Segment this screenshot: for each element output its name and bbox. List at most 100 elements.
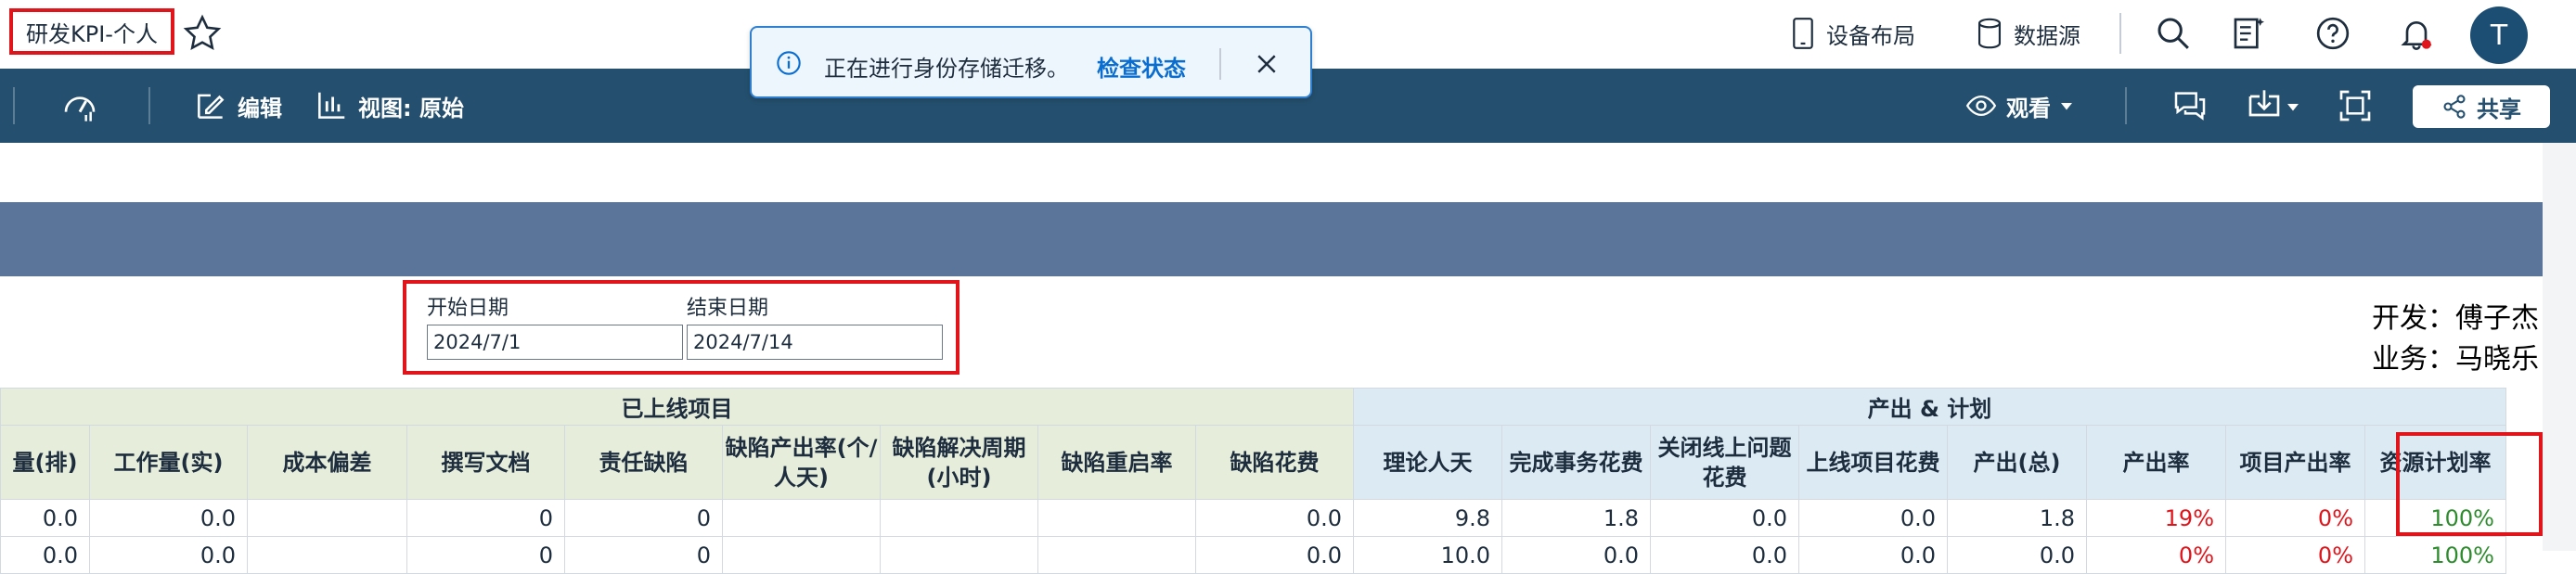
notification-message: 正在进行身份存储迁移。	[824, 56, 1069, 82]
column-header[interactable]: 产出(总)	[1947, 425, 2087, 500]
column-header[interactable]: 成本偏差	[247, 425, 407, 500]
table-cell[interactable]: 0.0	[89, 499, 248, 537]
notification-divider	[1219, 48, 1221, 80]
device-layout-button[interactable]: 设备布局	[1791, 15, 1915, 52]
performance-icon[interactable]	[61, 87, 98, 124]
table-cell[interactable]	[1037, 499, 1196, 537]
table-cell[interactable]: 0%	[2225, 536, 2365, 574]
start-date-label: 开始日期	[427, 297, 509, 320]
table-cell[interactable]: 0.0	[1650, 536, 1799, 574]
table-cell[interactable]: 0.0	[1195, 499, 1354, 537]
table-cell[interactable]: 100%	[2364, 536, 2506, 574]
end-date-input[interactable]: 2024/7/14	[687, 325, 943, 360]
table-cell[interactable]: 0	[564, 499, 723, 537]
table-cell[interactable]: 0.0	[1501, 536, 1651, 574]
table-cell[interactable]	[722, 499, 881, 537]
table-cell[interactable]: 1.8	[1501, 499, 1651, 537]
toolbar-divider	[2125, 87, 2127, 124]
kpi-table: 已上线项目 产出 & 计划 量(排) 工作量(实) 成本偏差 撰写文档 责任缺陷…	[0, 388, 2506, 574]
whats-new-icon[interactable]	[2231, 15, 2268, 52]
data-source-label: 数据源	[2014, 22, 2080, 49]
table-cell[interactable]: 0	[564, 536, 723, 574]
table-cell[interactable]: 0.0	[89, 536, 248, 574]
table-cell[interactable]	[247, 499, 407, 537]
column-header[interactable]: 责任缺陷	[564, 425, 723, 500]
table-cell[interactable]: 9.8	[1353, 499, 1502, 537]
table-cell[interactable]	[1037, 536, 1196, 574]
view-mode-label: 视图: 原始	[358, 95, 464, 121]
close-icon[interactable]	[1253, 50, 1281, 78]
eye-icon	[1965, 95, 1997, 117]
data-source-button[interactable]: 数据源	[1977, 15, 2080, 52]
table-cell[interactable]	[880, 536, 1038, 574]
document-title[interactable]: 研发KPI-个人	[9, 8, 174, 55]
table-row: 0.0 0.0 0 0 0.0 9.8 1.8 0.0 0.0 1.8 19% …	[0, 499, 2506, 537]
column-header[interactable]: 上线项目花费	[1798, 425, 1948, 500]
share-button[interactable]: 共享	[2413, 85, 2550, 128]
business-name: 业务：马晓乐	[2372, 343, 2539, 376]
caret-down-icon[interactable]	[2285, 98, 2301, 115]
table-cell[interactable]: 1.8	[1947, 499, 2087, 537]
export-icon[interactable]	[2246, 87, 2283, 124]
column-header[interactable]: 撰写文档	[406, 425, 565, 500]
table-cell[interactable]: 0.0	[1947, 536, 2087, 574]
table-cell[interactable]: 0%	[2225, 499, 2365, 537]
watch-label: 观看	[2006, 95, 2051, 121]
column-header[interactable]: 完成事务花费	[1501, 425, 1651, 500]
edit-icon	[198, 94, 225, 119]
table-cell[interactable]: 0.0	[1798, 536, 1948, 574]
start-date-input[interactable]: 2024/7/1	[427, 325, 683, 360]
column-header[interactable]: 关闭线上问题花费	[1650, 425, 1799, 500]
table-cell[interactable]: 0.0	[0, 499, 90, 537]
share-icon	[2443, 95, 2466, 119]
table-cell[interactable]: 100%	[2364, 499, 2506, 537]
notification-bell-icon[interactable]	[2398, 15, 2435, 52]
table-row: 0.0 0.0 0 0 0.0 10.0 0.0 0.0 0.0 0.0 0% …	[0, 536, 2506, 574]
table-cell[interactable]: 0.0	[0, 536, 90, 574]
table-cell[interactable]: 0%	[2086, 536, 2226, 574]
table-cell[interactable]	[880, 499, 1038, 537]
divider	[2119, 13, 2121, 54]
share-label: 共享	[2477, 96, 2521, 122]
table-cell[interactable]: 0	[406, 536, 565, 574]
migration-notification: 正在进行身份存储迁移。 检查状态	[750, 26, 1312, 98]
help-icon[interactable]	[2314, 15, 2351, 52]
group-output-plan: 产出 & 计划	[1353, 388, 2506, 426]
table-cell[interactable]: 0.0	[1798, 499, 1948, 537]
fullscreen-icon[interactable]	[2337, 87, 2374, 124]
column-header[interactable]: 理论人天	[1353, 425, 1502, 500]
table-cell[interactable]	[247, 536, 407, 574]
star-icon[interactable]	[182, 13, 223, 54]
end-date-label: 结束日期	[687, 297, 769, 320]
database-icon	[1977, 18, 2002, 49]
column-header[interactable]: 缺陷重启率	[1037, 425, 1196, 500]
watch-menu-button[interactable]: 观看	[1965, 87, 2084, 124]
column-header[interactable]: 资源计划率	[2364, 425, 2506, 500]
phone-icon	[1793, 18, 1813, 49]
column-header[interactable]: 工作量(实)	[89, 425, 248, 500]
column-header[interactable]: 缺陷解决周期(小时)	[880, 425, 1038, 500]
column-header[interactable]: 量(排)	[0, 425, 90, 500]
table-cell[interactable]	[722, 536, 881, 574]
toolbar-divider	[148, 87, 150, 124]
check-status-link[interactable]: 检查状态	[1097, 50, 1186, 83]
column-header[interactable]: 产出率	[2086, 425, 2226, 500]
edit-button[interactable]: 编辑	[193, 87, 282, 124]
column-header[interactable]: 项目产出率	[2225, 425, 2365, 500]
table-header-row: 量(排) 工作量(实) 成本偏差 撰写文档 责任缺陷 缺陷产出率(个/人天) 缺…	[0, 425, 2506, 500]
search-icon[interactable]	[2155, 15, 2192, 52]
column-header[interactable]: 缺陷花费	[1195, 425, 1354, 500]
table-cell[interactable]: 0	[406, 499, 565, 537]
vertical-scrollbar[interactable]	[2543, 143, 2576, 551]
comments-icon[interactable]	[2171, 87, 2209, 124]
info-icon	[777, 51, 801, 75]
developer-name: 开发：傅子杰	[2372, 302, 2539, 335]
table-cell[interactable]: 10.0	[1353, 536, 1502, 574]
table-cell[interactable]: 0.0	[1195, 536, 1354, 574]
table-cell[interactable]: 19%	[2086, 499, 2226, 537]
column-header[interactable]: 缺陷产出率(个/人天)	[722, 425, 881, 500]
group-online-projects: 已上线项目	[0, 388, 1354, 426]
table-cell[interactable]: 0.0	[1650, 499, 1799, 537]
user-avatar[interactable]: T	[2470, 6, 2528, 64]
view-mode-button[interactable]: 视图: 原始	[314, 87, 464, 124]
